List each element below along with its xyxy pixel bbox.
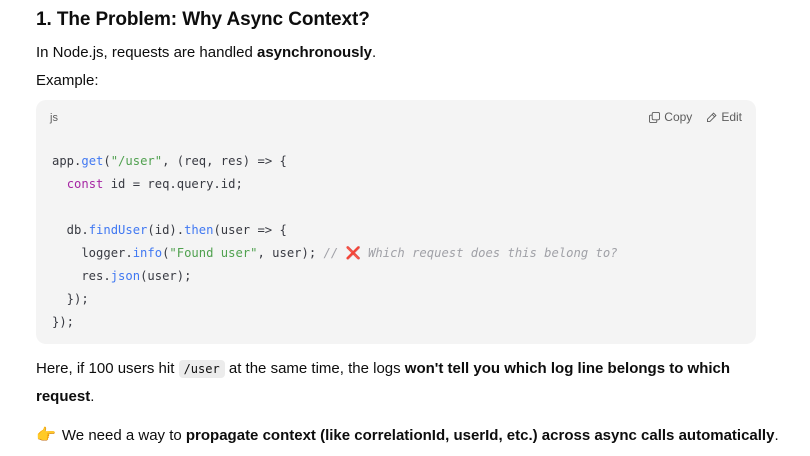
- code-content: app.get("/user", (req, res) => { const i…: [52, 154, 618, 329]
- copy-label: Copy: [664, 110, 693, 124]
- example-label: Example:: [36, 72, 99, 89]
- explanation-punct: .: [90, 388, 95, 405]
- inline-code: /user: [178, 360, 225, 378]
- explanation-text: Here, if 100 users hit: [36, 360, 179, 377]
- solution-text: We need a way to: [61, 427, 186, 444]
- copy-button[interactable]: Copy: [649, 110, 692, 124]
- edit-button[interactable]: Edit: [706, 110, 742, 124]
- code-block: js Copy Edit app.get("/user", (req, res)…: [36, 100, 756, 344]
- solution-paragraph: 👉 We need a way to propagate context (lik…: [36, 425, 779, 447]
- code-language-label: js: [50, 112, 58, 124]
- copy-icon: [649, 111, 661, 123]
- edit-label: Edit: [721, 110, 742, 124]
- code-actions: Copy Edit: [649, 110, 742, 124]
- edit-icon: [707, 111, 717, 122]
- intro-paragraph: In Node.js, requests are handled asynchr…: [36, 42, 376, 64]
- section-heading: 1. The Problem: Why Async Context?: [36, 9, 370, 30]
- page: 1. The Problem: Why Async Context? In No…: [0, 0, 810, 456]
- intro-punct: .: [372, 44, 377, 61]
- explanation-text-2: at the same time, the logs: [224, 360, 405, 377]
- solution-bold: propagate context (like correlationId, u…: [185, 427, 775, 444]
- intro-bold: asynchronously: [256, 44, 373, 61]
- solution-punct: .: [774, 427, 779, 444]
- pointing-hand-icon: 👉: [36, 427, 56, 444]
- explanation-paragraph: Here, if 100 users hit /user at the same…: [36, 355, 756, 411]
- intro-text: In Node.js, requests are handled: [36, 44, 257, 61]
